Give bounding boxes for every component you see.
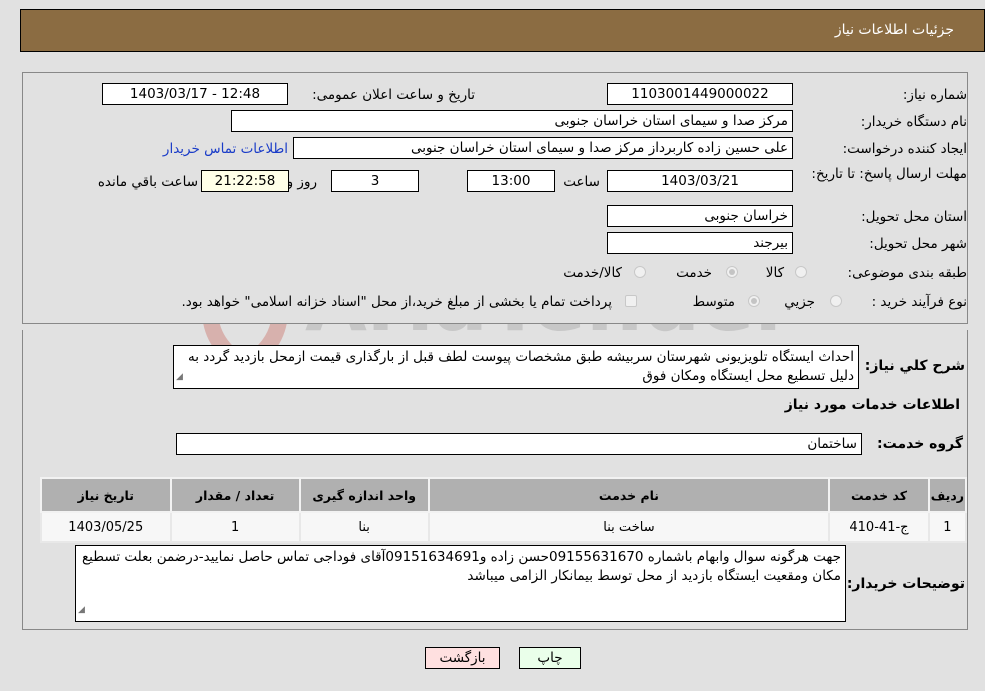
page-header: جزئیات اطلاعات نیاز [20,9,985,52]
cell-need-date: 1403/05/25 [40,511,172,543]
buyer-org-field: مرکز صدا و سیمای استان خراسان جنوبی [231,110,793,132]
description-label: شرح كلي نياز: [864,358,965,374]
cell-service-name: ساخت بنا [427,511,831,543]
buyer-notes-label: توضيحات خريدار: [846,576,965,592]
category-option-goods: کالا [765,265,784,281]
cell-row-number: 1 [927,511,968,543]
col-quantity: تعداد / مقدار [169,477,301,513]
category-option-service: خدمت [676,265,712,281]
need-number-label: شماره نیاز: [902,87,967,103]
category-radio-goods[interactable] [795,266,807,278]
description-text: احداث ایستگاه تلویزیونی شهرستان سربیشه ط… [187,349,854,384]
resize-grip-icon[interactable]: ◢ [176,368,183,387]
days-label: روز و [286,174,317,190]
deadline-time-label: ساعت [563,174,600,190]
category-radio-goods-service[interactable] [634,266,646,278]
services-section-title: اطلاعات خدمات مورد نياز [784,397,960,413]
buyer-org-label: نام دستگاه خریدار: [860,114,967,130]
process-option-medium: متوسط [692,294,735,310]
cell-service-code: ج-41-410 [828,511,930,543]
time-remaining-field: 21:22:58 [201,170,289,192]
need-number-field: 1103001449000022 [607,83,793,105]
print-button[interactable]: چاپ [519,647,581,669]
deadline-time-field: 13:00 [467,170,555,192]
deadline-date-field: 1403/03/21 [607,170,793,192]
process-label: نوع فرآیند خرید : [871,294,967,310]
buyer-notes-text: جهت هرگونه سوال وابهام باشماره 091556316… [82,549,841,584]
treasury-checkbox[interactable] [625,295,637,307]
days-remaining-field: 3 [331,170,419,192]
col-unit: واحد اندازه گیری [298,477,430,513]
col-service-name: نام خدمت [427,477,831,513]
table-header-row: ردیف کد خدمت نام خدمت واحد اندازه گیری ت… [40,477,968,513]
col-need-date: تاریخ نیاز [40,477,172,513]
category-label: طبقه بندی موضوعی: [847,265,967,281]
table-row: 1 ج-41-410 ساخت بنا بنا 1 1403/05/25 [40,511,968,543]
buyer-contact-link[interactable]: اطلاعات تماس خریدار [163,141,288,157]
category-option-goods-service: کالا/خدمت [563,265,622,281]
city-label: شهر محل تحویل: [869,236,967,252]
process-radio-minor[interactable] [830,295,842,307]
province-label: استان محل تحویل: [861,209,967,225]
cell-unit: بنا [298,511,430,543]
creator-field: علی حسین زاده کاربرداز مرکز صدا و سیمای … [293,137,793,159]
process-radio-medium[interactable] [748,295,760,307]
service-group-field: ساختمان [176,433,862,455]
process-option-minor: جزيي [784,294,815,310]
col-row-number: ردیف [927,477,968,513]
province-field: خراسان جنوبی [607,205,793,227]
resize-grip-icon[interactable]: ◢ [78,601,85,620]
services-table: ردیف کد خدمت نام خدمت واحد اندازه گیری ت… [40,477,968,543]
back-button[interactable]: بازگشت [425,647,500,669]
creator-label: ایجاد کننده درخواست: [842,141,967,157]
deadline-label: مهلت ارسال پاسخ: تا تاریخ: [811,166,967,182]
category-radio-service[interactable] [726,266,738,278]
col-service-code: کد خدمت [828,477,930,513]
description-textarea[interactable]: احداث ایستگاه تلویزیونی شهرستان سربیشه ط… [173,345,859,389]
announce-label: تاریخ و ساعت اعلان عمومی: [312,87,475,103]
announce-field: 1403/03/17 - 12:48 [102,83,288,105]
time-remaining-label: ساعت باقي مانده [97,174,198,190]
buyer-notes-textarea[interactable]: جهت هرگونه سوال وابهام باشماره 091556316… [75,545,846,622]
cell-quantity: 1 [169,511,301,543]
page-title: جزئیات اطلاعات نیاز [834,22,954,38]
treasury-note: پرداخت تمام یا بخشی از مبلغ خرید،از محل … [181,294,612,310]
service-group-label: گروه خدمت: [877,436,963,452]
city-field: بیرجند [607,232,793,254]
